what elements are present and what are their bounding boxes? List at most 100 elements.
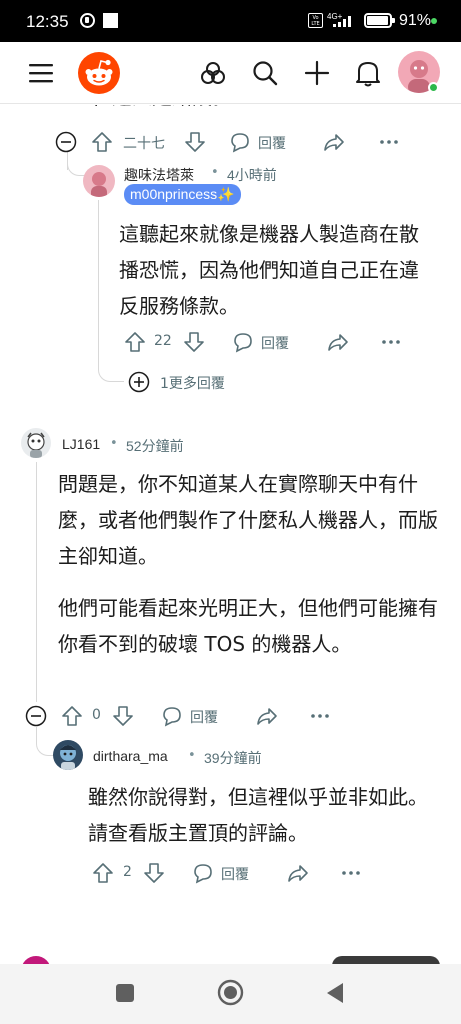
collapse-button[interactable]	[55, 131, 77, 153]
notification-square-icon	[103, 13, 118, 28]
menu-icon	[29, 64, 53, 83]
upvote-icon	[62, 706, 82, 726]
more-options-button[interactable]	[309, 705, 331, 727]
home-circle-icon	[217, 979, 244, 1006]
search-button[interactable]	[250, 42, 280, 104]
reply-icon	[234, 333, 252, 353]
downvote-icon	[113, 706, 133, 726]
comment-timestamp: 4小時前	[227, 167, 277, 183]
communities-icon	[201, 62, 225, 84]
create-icon	[304, 60, 330, 86]
reply-label: 回覆	[261, 336, 289, 352]
downvote-button[interactable]	[112, 705, 134, 727]
comment-timestamp: 52分鐘前	[126, 438, 184, 454]
create-post-button[interactable]	[302, 42, 332, 104]
avatar[interactable]	[83, 165, 115, 197]
thread-line	[98, 200, 99, 370]
signal-icon	[333, 16, 351, 27]
battery-percent: 91%	[399, 12, 432, 29]
share-button[interactable]	[323, 131, 345, 153]
communities-button[interactable]	[198, 42, 228, 104]
meta-separator: •	[211, 165, 219, 180]
more-icon	[311, 714, 329, 718]
share-button[interactable]	[327, 331, 349, 353]
more-icon	[382, 340, 400, 344]
recent-apps-button[interactable]	[116, 984, 134, 1002]
user-avatar-icon	[27, 432, 45, 458]
reply-button[interactable]: 回覆	[161, 705, 245, 727]
more-icon	[380, 140, 398, 144]
more-options-button[interactable]	[340, 862, 362, 884]
comment-username[interactable]: dirthara_ma	[93, 748, 168, 764]
vote-count: 二十七	[123, 136, 165, 152]
status-time: 12:35	[26, 12, 69, 31]
meta-separator: •	[188, 748, 196, 763]
user-avatar-icon	[91, 172, 107, 197]
search-icon	[253, 61, 278, 86]
comment-body: 雖然你說得對，但這裡似乎並非如此。請查看版主置頂的評論。	[88, 785, 428, 845]
user-avatar-icon	[60, 745, 76, 770]
share-icon	[328, 334, 348, 351]
upvote-button[interactable]	[92, 862, 114, 884]
upvote-button[interactable]	[91, 131, 113, 153]
downvote-button[interactable]	[143, 862, 165, 884]
downvote-button[interactable]	[184, 131, 206, 153]
downvote-icon	[144, 863, 164, 883]
more-options-button[interactable]	[378, 131, 400, 153]
share-button[interactable]	[256, 705, 278, 727]
user-flair: m00nprincess✨	[124, 184, 241, 205]
back-triangle-icon	[327, 983, 343, 1003]
truncated-comment-text: 但這人是錯誤。	[92, 105, 232, 115]
share-icon	[288, 865, 308, 882]
comment-username[interactable]: 趣味法塔萊	[124, 165, 194, 185]
reply-button[interactable]: 回覆	[232, 331, 316, 353]
upvote-icon	[93, 863, 113, 883]
more-options-button[interactable]	[380, 331, 402, 353]
avatar[interactable]	[53, 740, 83, 770]
thread-connector	[36, 738, 54, 756]
meta-separator: •	[110, 436, 118, 451]
collapse-button[interactable]	[25, 705, 47, 727]
upvote-button[interactable]	[124, 331, 146, 353]
back-button[interactable]	[325, 982, 345, 1004]
vote-count: 22	[154, 333, 172, 349]
home-button[interactable]	[217, 979, 244, 1006]
reply-button[interactable]: 回覆	[192, 862, 276, 884]
collapse-icon	[55, 131, 77, 153]
share-button[interactable]	[287, 862, 309, 884]
notifications-button[interactable]	[352, 42, 384, 104]
volte-icon: Vo LTE	[308, 13, 323, 28]
reply-icon	[231, 133, 249, 153]
comment-username[interactable]: LJ161	[62, 436, 100, 452]
vote-count: 2	[123, 864, 132, 880]
downvote-icon	[185, 132, 205, 152]
system-nav-bar	[0, 964, 461, 1024]
battery-icon	[364, 13, 395, 28]
reddit-home-button[interactable]	[76, 42, 122, 104]
vote-count: 0	[92, 707, 101, 723]
downvote-button[interactable]	[183, 331, 205, 353]
comment-timestamp: 39分鐘前	[204, 750, 262, 766]
more-replies-button[interactable]: 1更多回覆	[128, 371, 238, 393]
upvote-icon	[92, 132, 112, 152]
reply-label: 回覆	[221, 867, 249, 883]
notification-app-icon	[80, 13, 95, 28]
notifications-icon	[356, 62, 380, 87]
reply-label: 回覆	[190, 710, 218, 726]
expand-icon	[128, 371, 150, 393]
downvote-icon	[184, 332, 204, 352]
comment-body: 他們可能看起來光明正大，但他們可能擁有你看不到的破壞 TOS 的機器人。	[58, 596, 438, 656]
thread-connector	[67, 158, 85, 176]
online-status-dot	[428, 82, 439, 93]
reddit-logo-icon	[78, 52, 120, 94]
thread-line	[36, 462, 37, 702]
upvote-button[interactable]	[61, 705, 83, 727]
thread-connector	[98, 364, 124, 382]
more-replies-label: 1更多回覆	[160, 376, 225, 392]
collapse-icon	[25, 705, 47, 727]
more-icon	[342, 871, 360, 875]
avatar[interactable]	[21, 428, 51, 458]
menu-button[interactable]	[24, 42, 58, 104]
comment-body: 問題是，你不知道某人在實際聊天中有什麼，或者他們製作了什麼私人機器人，而版主卻知…	[58, 472, 438, 568]
reply-button[interactable]: 回覆	[229, 131, 313, 153]
